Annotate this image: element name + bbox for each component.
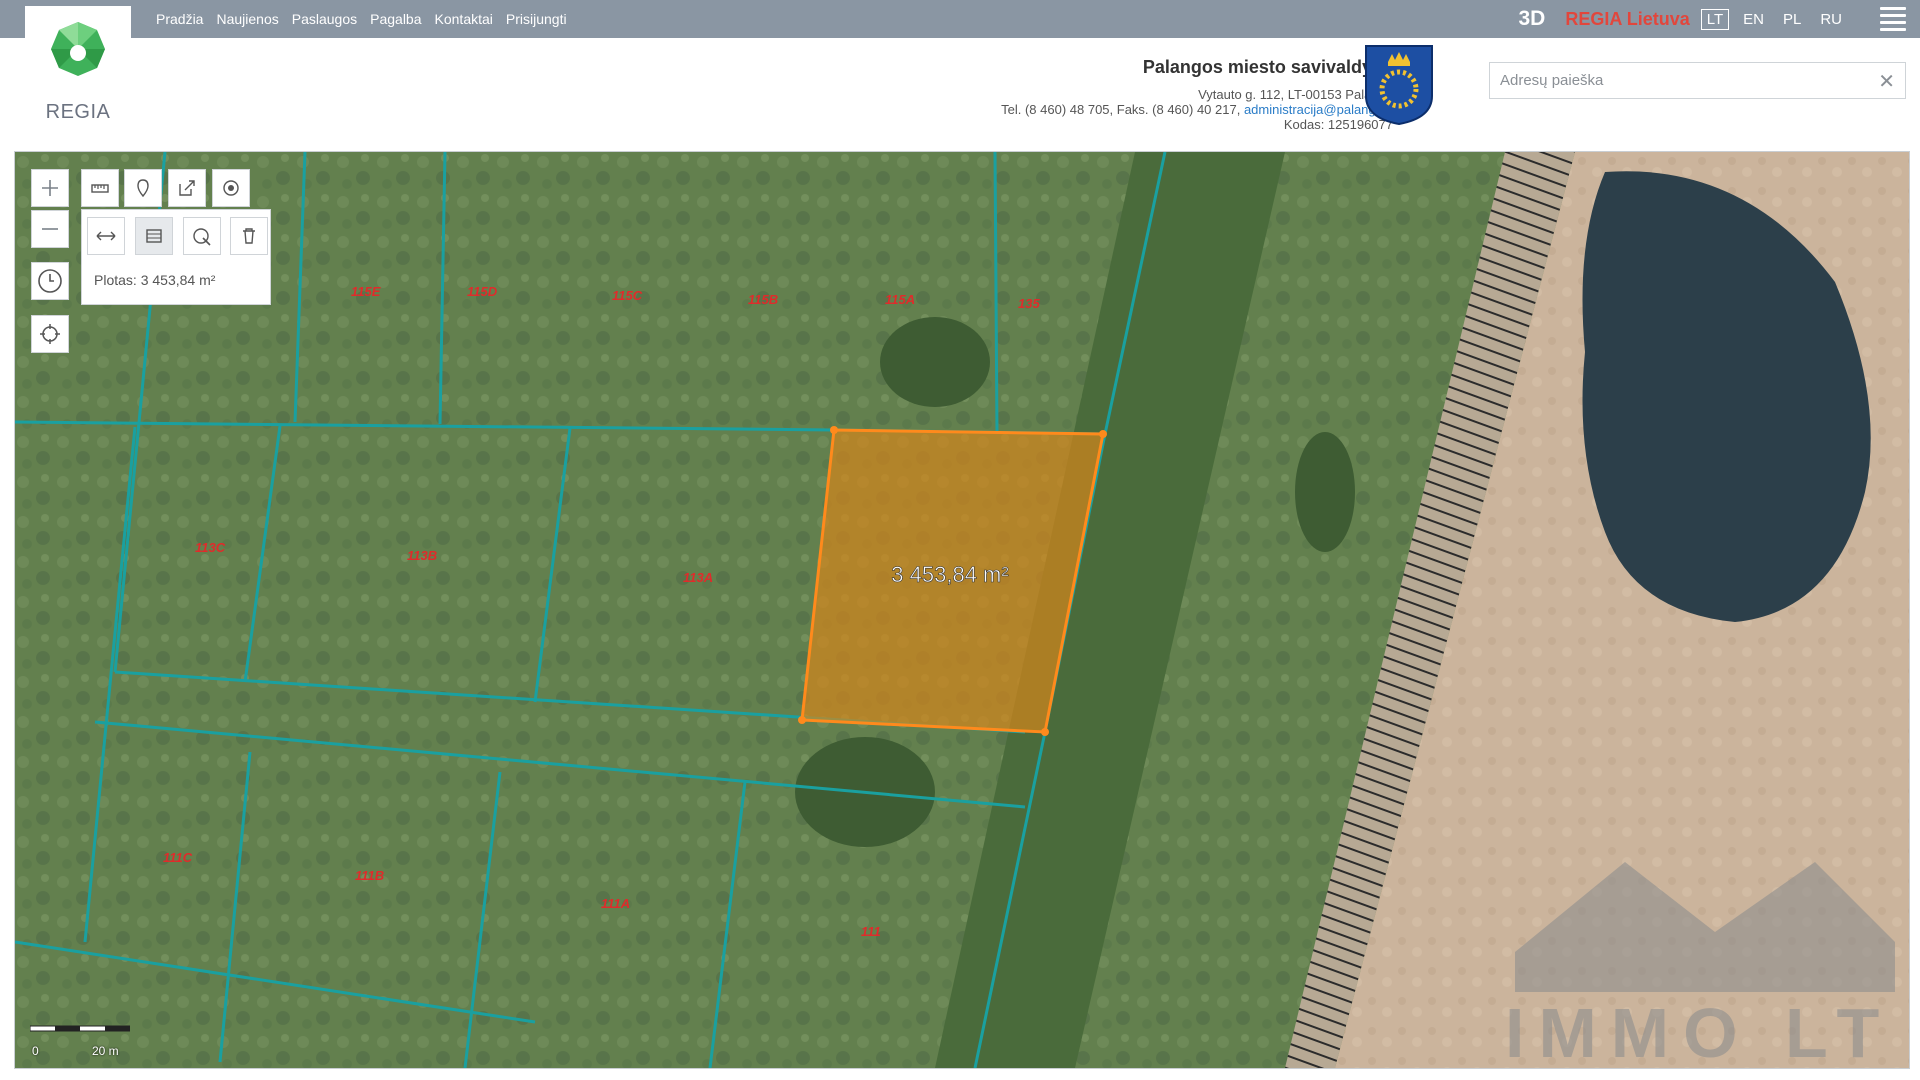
parcel-label: 111C — [163, 850, 193, 865]
address-search: ✕ — [1489, 62, 1906, 99]
hamburger-icon[interactable] — [1880, 7, 1906, 31]
parcel-label: 115C — [612, 288, 643, 303]
logo-text: REGIA — [45, 101, 111, 123]
marker-tool-button[interactable] — [124, 169, 162, 207]
select-icon — [193, 228, 211, 246]
scale-bar: 0 20 m — [29, 1022, 131, 1058]
plus-icon — [42, 180, 58, 196]
nav-pagalba[interactable]: Pagalba — [370, 11, 421, 27]
right-nav: 3D REGIA Lietuva LT EN PL RU — [1519, 0, 1920, 38]
aerial-map[interactable]: 3 453,84 m² 115E 115D 115C 115B 115A 135… — [15, 152, 1909, 1068]
measure-panel: Plotas: 3 453,84 m² — [81, 209, 271, 305]
watermark-text: IMMO LT — [1505, 994, 1893, 1068]
scale-label-start: 0 — [32, 1044, 39, 1058]
locate-icon — [40, 324, 60, 344]
nav-kontaktai[interactable]: Kontaktai — [435, 11, 493, 27]
nav-prisijungti[interactable]: Prisijungti — [506, 11, 567, 27]
tree-clump — [1295, 432, 1355, 552]
history-button[interactable] — [31, 262, 69, 300]
map-view[interactable]: 3 453,84 m² 115E 115D 115C 115B 115A 135… — [14, 151, 1910, 1069]
address-search-input[interactable] — [1490, 63, 1880, 98]
main-nav: Pradžia Naujienos Paslaugos Pagalba Kont… — [156, 0, 567, 38]
measure-icon — [91, 184, 109, 193]
tree-clump — [880, 317, 990, 407]
measure-tool-button[interactable] — [81, 169, 119, 207]
parcel-label: 115A — [885, 292, 915, 307]
zoom-out-button[interactable] — [31, 210, 69, 248]
scale-label-end: 20 m — [92, 1044, 119, 1058]
trash-icon — [243, 228, 255, 244]
coat-of-arms-icon — [1365, 45, 1433, 126]
parcel-label: 111A — [601, 896, 630, 911]
municipality-info: Palangos miesto savivaldybė Vytauto g. 1… — [1001, 56, 1393, 132]
share-button[interactable] — [168, 169, 206, 207]
regia-logo[interactable]: REGIA — [25, 20, 131, 130]
municipality-code: Kodas: 125196077 — [1283, 117, 1393, 132]
parcel-label: 111B — [355, 868, 384, 883]
distance-icon — [96, 231, 116, 241]
nav-pradzia[interactable]: Pradžia — [156, 11, 203, 27]
locate-button[interactable] — [31, 315, 69, 353]
parcel-label: 115E — [351, 284, 381, 299]
close-icon[interactable]: ✕ — [1878, 69, 1895, 94]
share-icon — [179, 180, 195, 196]
top-navigation-bar: Pradžia Naujienos Paslaugos Pagalba Kont… — [0, 0, 1920, 38]
lang-ru[interactable]: RU — [1815, 10, 1847, 29]
polygon-area-label: 3 453,84 m² — [891, 562, 1008, 587]
municipality-contacts: Tel. (8 460) 48 705, Faks. (8 460) 40 21… — [1001, 102, 1393, 117]
lang-en[interactable]: EN — [1738, 10, 1769, 29]
parcel-label: 115B — [748, 292, 778, 307]
minus-icon — [42, 228, 58, 230]
municipality-phone: Tel. (8 460) 48 705, Faks. (8 460) 40 21… — [1001, 102, 1244, 117]
nav-paslaugos[interactable]: Paslaugos — [292, 11, 357, 27]
clock-icon — [38, 269, 62, 293]
delete-measure-button[interactable] — [230, 217, 268, 255]
target-icon — [223, 180, 239, 196]
parcel-label: 113C — [195, 540, 226, 555]
lang-lt[interactable]: LT — [1700, 8, 1730, 30]
municipality-title: Palangos miesto savivaldybė — [1142, 57, 1393, 77]
nav-naujienos[interactable]: Naujienos — [216, 11, 278, 27]
regia-lietuva-link[interactable]: REGIA Lietuva — [1565, 9, 1689, 30]
distance-tool-button[interactable] — [87, 217, 125, 255]
select-area-button[interactable] — [183, 217, 221, 255]
parcel-label: 113B — [407, 548, 437, 563]
marker-icon — [137, 179, 149, 198]
area-tool-button[interactable] — [135, 217, 173, 255]
parcel-label: 113A — [683, 570, 713, 585]
zoom-in-button[interactable] — [31, 169, 69, 207]
target-tool-button[interactable] — [212, 169, 250, 207]
parcel-label: 115D — [467, 284, 498, 299]
parcel-label: 111 — [861, 924, 881, 939]
parcel-label: 135 — [1018, 296, 1040, 311]
area-icon — [146, 229, 162, 243]
municipality-address: Vytauto g. 112, LT-00153 Palanga — [1198, 87, 1393, 102]
scale-bar-graphic — [29, 1025, 131, 1032]
area-result-label: Plotas: 3 453,84 m² — [94, 272, 216, 288]
3d-button[interactable]: 3D — [1519, 7, 1546, 31]
regia-logo-icon — [51, 22, 105, 76]
lang-pl[interactable]: PL — [1778, 10, 1806, 29]
